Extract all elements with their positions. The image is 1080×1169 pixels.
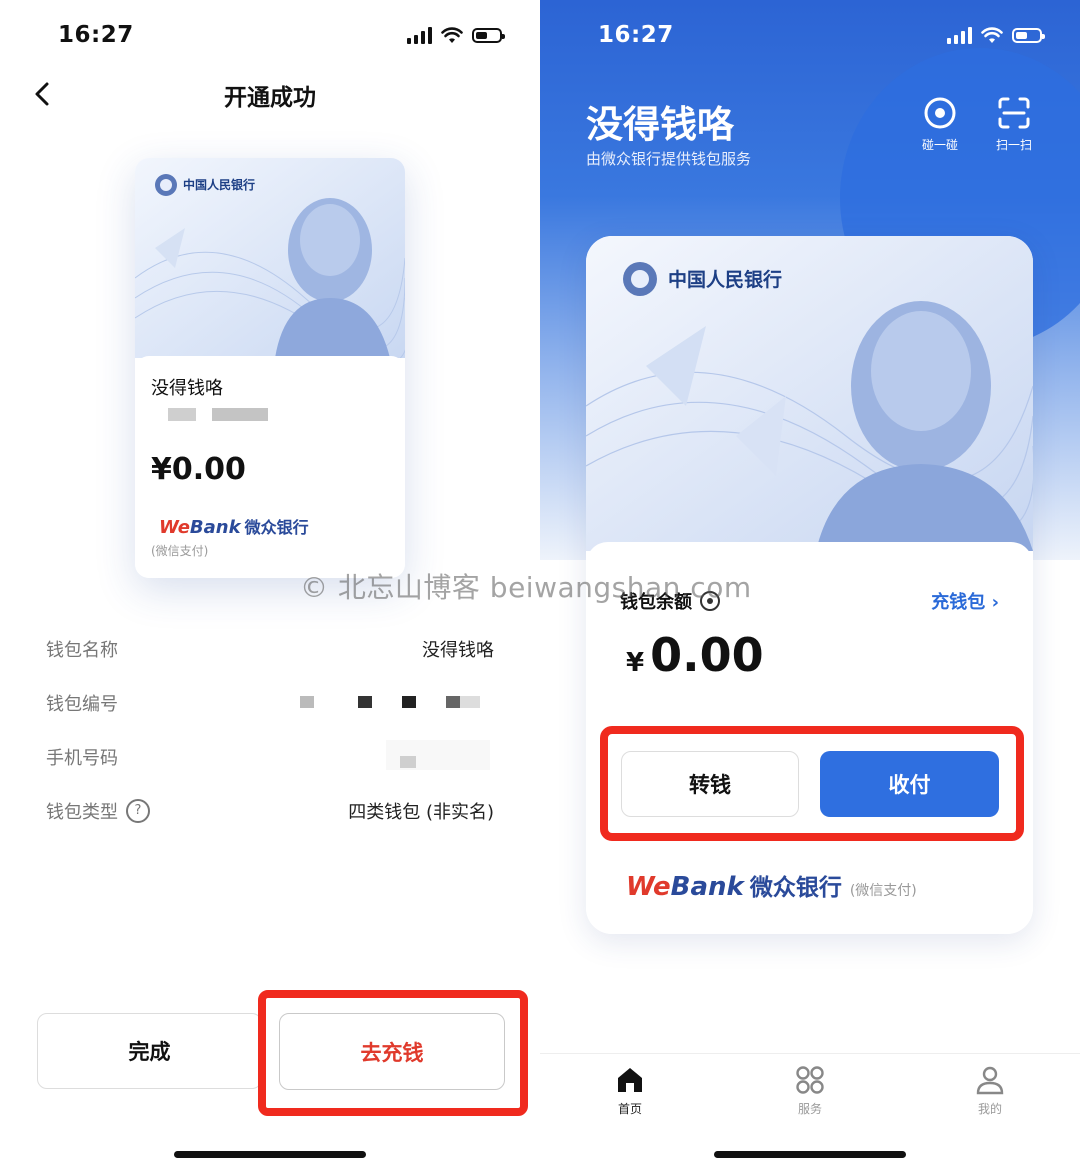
webank-logo: We Bank 微众银行 [159, 514, 309, 538]
tab-label: 服务 [797, 1102, 822, 1116]
page-title: 开通成功 [224, 85, 316, 111]
transfer-button[interactable]: 转钱 [621, 751, 799, 817]
tap-to-pay-button[interactable]: 碰一碰 [910, 96, 970, 153]
detail-label: 钱包类型 [46, 802, 118, 823]
wallet-card-info: 没得钱咯 ¥0.00 We Bank 微众银行 (微信支付) [135, 356, 405, 578]
battery-icon [472, 27, 505, 43]
currency-symbol: ¥ [626, 648, 645, 678]
tab-label: 我的 [977, 1102, 1002, 1116]
cellular-signal-icon [407, 26, 432, 44]
scan-icon [998, 97, 1030, 129]
wallet-balance: ¥0.00 [151, 452, 246, 487]
home-indicator [174, 1151, 366, 1158]
wallet-provider-subtitle: 由微众银行提供钱包服务 [586, 150, 752, 168]
status-bar: 16:27 [540, 22, 1080, 52]
detail-row-phone: 手机号码 [46, 738, 494, 792]
wallet-balance: ¥ 0.00 [626, 628, 764, 682]
banknote-portrait-image: 中国人民银行 [135, 158, 405, 358]
bank-name-logo: 中国人民银行 [183, 177, 255, 192]
masked-wallet-id [168, 408, 196, 421]
watermark: © 北忘山博客 beiwangshan.com [300, 571, 752, 604]
wallet-title: 没得钱咯 [586, 103, 734, 146]
grid-icon [796, 1066, 824, 1094]
detail-label: 手机号码 [46, 748, 118, 769]
status-time: 16:27 [598, 22, 674, 48]
tab-services[interactable]: 服务 [770, 1064, 850, 1117]
battery-icon [1012, 27, 1045, 43]
tab-label: 首页 [617, 1102, 642, 1116]
banknote-portrait-image: 中国人民银行 [586, 236, 1033, 551]
webank-logo-we: We [626, 872, 671, 902]
home-indicator [714, 1151, 906, 1158]
detail-value: 四类钱包 (非实名) [348, 802, 494, 823]
status-bar: 16:27 [0, 22, 540, 52]
webank-logo-bank: Bank [670, 872, 744, 902]
wallet-name: 没得钱咯 [151, 378, 223, 399]
help-question-icon[interactable]: ? [126, 799, 150, 823]
nav-bar: 开通成功 [0, 72, 540, 116]
user-icon [976, 1066, 1004, 1095]
wechat-pay-note: (微信支付) [849, 883, 917, 899]
wallet-card: 中国人民银行 没得钱咯 ¥0.00 We Bank 微众银行 (微信支付) [135, 158, 405, 578]
detail-label: 钱包编号 [46, 694, 118, 715]
webank-logo-cn: 微众银行 [749, 875, 842, 901]
webank-logo-bank: Bank [189, 517, 241, 538]
wifi-icon [441, 26, 463, 43]
cellular-signal-icon [947, 26, 972, 44]
bank-name-logo: 中国人民银行 [668, 268, 782, 291]
masked-wallet-id-2 [212, 408, 268, 421]
tab-mine[interactable]: 我的 [950, 1064, 1030, 1117]
scan-label: 扫一扫 [995, 138, 1032, 152]
detail-row-type: 钱包类型? 四类钱包 (非实名) [46, 792, 494, 846]
wallet-details: 钱包名称 没得钱咯 钱包编号 手机号码 钱包类型? 四类钱包 (非实名) [46, 630, 494, 846]
wifi-icon [981, 26, 1003, 43]
wechat-pay-note: (微信支付) [151, 544, 209, 558]
detail-label: 钱包名称 [46, 640, 118, 661]
webank-logo: We Bank 微众银行 (微信支付) [626, 868, 917, 902]
tab-home[interactable]: 首页 [590, 1064, 670, 1117]
balance-amount: 0.00 [650, 628, 764, 682]
detail-row-number: 钱包编号 [46, 684, 494, 738]
webank-logo-cn: 微众银行 [244, 518, 309, 537]
webank-logo-we: We [159, 517, 190, 538]
scan-button[interactable]: 扫一扫 [984, 96, 1044, 153]
nfc-tap-icon [924, 97, 956, 129]
status-time: 16:27 [58, 22, 134, 48]
chevron-right-icon: › [991, 592, 999, 613]
collect-pay-button[interactable]: 收付 [820, 751, 999, 817]
home-icon [618, 1068, 642, 1092]
go-topup-button[interactable]: 去充钱 [279, 1013, 505, 1090]
topup-wallet-link[interactable]: 充钱包 › [931, 588, 999, 614]
detail-value: 没得钱咯 [422, 640, 494, 661]
tap-label: 碰一碰 [921, 138, 958, 152]
topup-link-label: 充钱包 [931, 592, 986, 613]
done-button[interactable]: 完成 [37, 1013, 262, 1089]
detail-row-name: 钱包名称 没得钱咯 [46, 630, 494, 684]
